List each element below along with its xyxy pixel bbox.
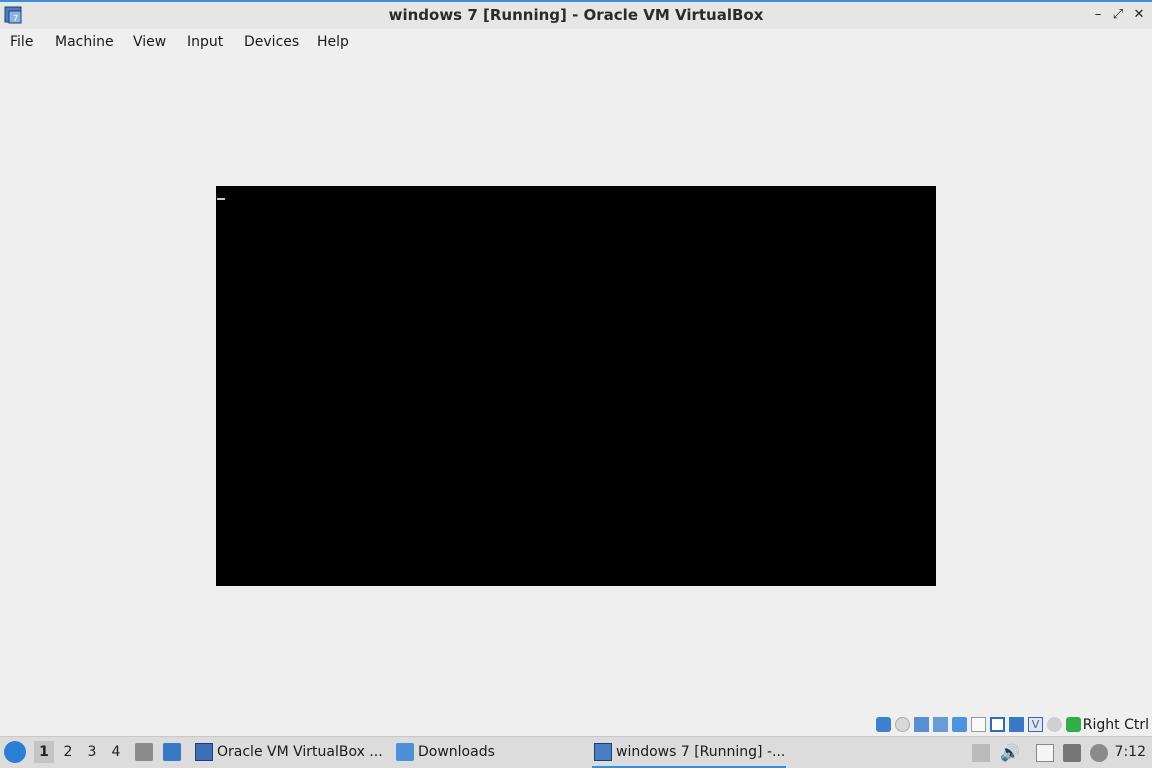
virtualbox-vm-icon bbox=[594, 743, 612, 761]
menu-machine[interactable]: Machine bbox=[55, 34, 114, 50]
keyboard-capture-icon[interactable] bbox=[1066, 717, 1081, 732]
start-menu-icon[interactable] bbox=[4, 741, 26, 763]
clock[interactable]: 7:12 bbox=[1115, 744, 1146, 760]
task-downloads[interactable]: Downloads bbox=[394, 737, 584, 768]
title-bar[interactable]: 7 windows 7 [Running] - Oracle VM Virtua… bbox=[0, 0, 1152, 29]
optical-drive-icon[interactable] bbox=[895, 717, 910, 732]
workspace-4[interactable]: 4 bbox=[106, 744, 126, 760]
shared-folders-icon[interactable] bbox=[971, 717, 986, 732]
task-label: Oracle VM VirtualBox ... bbox=[217, 744, 383, 760]
minimize-icon[interactable]: – bbox=[1090, 7, 1106, 23]
audio-icon[interactable] bbox=[914, 717, 929, 732]
clipboard-icon[interactable] bbox=[1036, 744, 1054, 762]
notification-icon[interactable] bbox=[1090, 744, 1108, 762]
show-desktop-icon[interactable] bbox=[163, 743, 181, 761]
display-icon[interactable] bbox=[990, 717, 1005, 732]
task-label: windows 7 [Running] -... bbox=[616, 744, 786, 760]
recording-icon[interactable] bbox=[1009, 717, 1024, 732]
menu-devices[interactable]: Devices bbox=[244, 34, 299, 50]
volume-icon[interactable]: 🔊 bbox=[1000, 744, 1020, 762]
menu-input[interactable]: Input bbox=[187, 34, 223, 50]
task-windows7-vm[interactable]: windows 7 [Running] -... bbox=[592, 737, 786, 768]
menu-view[interactable]: View bbox=[133, 34, 166, 50]
network-icon[interactable] bbox=[933, 717, 948, 732]
text-cursor bbox=[217, 198, 225, 200]
workspace-2[interactable]: 2 bbox=[58, 744, 78, 760]
file-manager-launcher-icon[interactable] bbox=[135, 743, 153, 761]
folder-icon bbox=[396, 743, 414, 761]
hard-disk-icon[interactable] bbox=[876, 717, 891, 732]
host-key-label: Right Ctrl bbox=[1082, 717, 1149, 733]
close-icon[interactable]: ✕ bbox=[1131, 7, 1147, 23]
scroll-indicator-icon[interactable] bbox=[972, 744, 990, 762]
network-tray-icon[interactable] bbox=[1063, 744, 1081, 762]
virtualbox-manager-icon bbox=[195, 743, 213, 761]
window-title: windows 7 [Running] - Oracle VM VirtualB… bbox=[388, 6, 764, 24]
menu-file[interactable]: File bbox=[10, 34, 33, 50]
usb-icon[interactable] bbox=[952, 717, 967, 732]
restore-icon[interactable]: ⤢ bbox=[1110, 7, 1126, 23]
vm-status-bar: V Right Ctrl bbox=[870, 715, 1152, 735]
mouse-integration-icon[interactable] bbox=[1047, 717, 1062, 732]
taskbar: 1 2 3 4 Oracle VM VirtualBox ... Downloa… bbox=[0, 736, 1152, 768]
menu-help[interactable]: Help bbox=[317, 34, 349, 50]
workspace-3[interactable]: 3 bbox=[82, 744, 102, 760]
task-virtualbox-manager[interactable]: Oracle VM VirtualBox ... bbox=[193, 737, 388, 768]
task-label: Downloads bbox=[418, 744, 495, 760]
vm-guest-screen[interactable] bbox=[216, 186, 936, 586]
workspace-1[interactable]: 1 bbox=[34, 741, 54, 763]
menu-bar: File Machine View Input Devices Help bbox=[0, 29, 1152, 57]
vt-x-icon[interactable]: V bbox=[1028, 717, 1043, 732]
